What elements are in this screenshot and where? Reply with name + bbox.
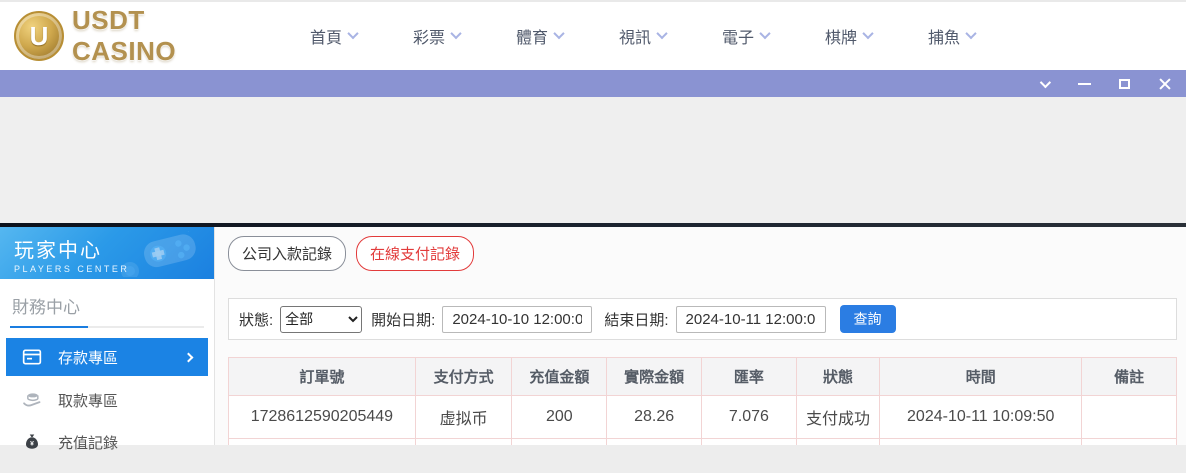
col-exchange-rate: 匯率 (702, 358, 797, 396)
record-tabs: 公司入款記錄 在線支付記錄 (228, 236, 1178, 271)
chevron-down-icon (347, 27, 358, 38)
nav-item-label: 首頁 (310, 24, 342, 48)
logo-text: USDT CASINO (72, 5, 252, 67)
table-row-empty (229, 439, 1177, 446)
sidebar-item-label: 充值記錄 (58, 432, 118, 453)
nav-item-label: 電子 (722, 24, 754, 48)
col-status: 狀態 (796, 358, 879, 396)
nav-item-label: 視訊 (619, 24, 651, 48)
chevron-down-icon (759, 27, 770, 38)
nav-item-home[interactable]: 首頁 (282, 24, 385, 48)
filter-bar: 狀態: 全部 開始日期: 結束日期: 查詢 (228, 298, 1177, 340)
cell-remark (1082, 396, 1177, 439)
main-menu: 首頁 彩票 體育 視訊 電子 棋牌 捕魚 (282, 24, 1003, 48)
nav-item-lottery[interactable]: 彩票 (385, 24, 488, 48)
cell-recharge-amount: 200 (512, 396, 607, 439)
banner-empty-area (0, 97, 1186, 223)
chevron-down-icon (1040, 76, 1051, 87)
start-date-label: 開始日期: (371, 309, 435, 330)
cell-time: 2024-10-11 10:09:50 (880, 396, 1082, 439)
end-date-input[interactable] (676, 306, 826, 333)
player-center-sidebar: 玩家中心 PLAYERS CENTER 財務中心 (0, 227, 215, 445)
chevron-down-icon (965, 27, 976, 38)
table-header: 訂單號 支付方式 充值金額 實際金額 匯率 狀態 時間 備註 (229, 358, 1177, 396)
sidebar-section-finance: 財務中心 (0, 291, 214, 326)
collapse-chevron-button[interactable] (1036, 76, 1052, 92)
col-actual-amount: 實際金額 (607, 358, 702, 396)
tab-online-payment-records[interactable]: 在線支付記錄 (356, 236, 474, 271)
col-time: 時間 (880, 358, 1082, 396)
sidebar-item-recharge-history[interactable]: ¥ 充值記錄 (0, 424, 214, 460)
logo-letter: U (30, 23, 49, 49)
money-bag-icon: ¥ (22, 432, 42, 452)
minimize-icon (1078, 83, 1091, 85)
chevron-down-icon (656, 27, 667, 38)
logo-coin-icon: U (14, 11, 64, 61)
maximize-icon (1119, 79, 1130, 89)
status-select[interactable]: 全部 (280, 306, 362, 333)
brand-logo[interactable]: U USDT CASINO (14, 5, 252, 67)
col-order-no: 訂單號 (229, 358, 416, 396)
deposit-card-icon (22, 347, 42, 367)
cell-exchange-rate: 7.076 (702, 396, 797, 439)
nav-item-label: 彩票 (413, 24, 445, 48)
chevron-right-icon (184, 352, 194, 362)
cell-order-no: 1728612590205449 (229, 396, 416, 439)
col-payment-method: 支付方式 (415, 358, 512, 396)
nav-item-label: 棋牌 (825, 24, 857, 48)
close-icon (1158, 77, 1171, 90)
start-date-input[interactable] (442, 306, 592, 333)
sidebar-item-withdraw[interactable]: 取款專區 (0, 382, 214, 418)
nav-item-fishing[interactable]: 捕魚 (900, 24, 1003, 48)
col-recharge-amount: 充值金額 (512, 358, 607, 396)
window-titlebar (0, 70, 1186, 97)
tab-company-deposit-records[interactable]: 公司入款記錄 (228, 236, 346, 271)
cell-payment-method: 虚拟币 (415, 396, 512, 439)
nav-item-cards[interactable]: 棋牌 (797, 24, 900, 48)
end-date-label: 結束日期: (604, 309, 668, 330)
nav-item-label: 捕魚 (928, 24, 960, 48)
content-area: 玩家中心 PLAYERS CENTER 財務中心 (0, 227, 1186, 445)
close-button[interactable] (1156, 76, 1172, 92)
gamepad-icon (118, 231, 204, 277)
sidebar-item-label: 存款專區 (58, 347, 118, 368)
nav-item-slots[interactable]: 電子 (694, 24, 797, 48)
status-label: 狀態: (239, 309, 273, 330)
sidebar-header: 玩家中心 PLAYERS CENTER (0, 227, 214, 279)
col-remark: 備註 (1082, 358, 1177, 396)
table-header-row: 訂單號 支付方式 充值金額 實際金額 匯率 狀態 時間 備註 (229, 358, 1177, 396)
cell-status: 支付成功 (796, 396, 879, 439)
section-underline (10, 326, 204, 328)
search-button[interactable]: 查詢 (840, 305, 896, 333)
top-navbar: U USDT CASINO 首頁 彩票 體育 視訊 電子 棋牌 捕魚 (0, 2, 1186, 70)
records-panel: 公司入款記錄 在線支付記錄 狀態: 全部 開始日期: 結束日期: 查詢 訂單號 … (215, 227, 1186, 445)
withdraw-hand-icon (22, 390, 42, 410)
svg-text:¥: ¥ (30, 440, 34, 447)
payment-records-table: 訂單號 支付方式 充值金額 實際金額 匯率 狀態 時間 備註 172861259… (228, 357, 1177, 445)
sidebar-body: 財務中心 存款專區 取款專區 ¥ 充值記錄 (0, 279, 214, 460)
nav-item-label: 體育 (516, 24, 548, 48)
chevron-down-icon (553, 27, 564, 38)
chevron-down-icon (862, 27, 873, 38)
maximize-button[interactable] (1116, 76, 1132, 92)
nav-item-live[interactable]: 視訊 (591, 24, 694, 48)
nav-item-sports[interactable]: 體育 (488, 24, 591, 48)
sidebar-item-label: 取款專區 (58, 390, 118, 411)
minimize-button[interactable] (1076, 76, 1092, 92)
table-row: 1728612590205449 虚拟币 200 28.26 7.076 支付成… (229, 396, 1177, 439)
chevron-down-icon (450, 27, 461, 38)
cell-actual-amount: 28.26 (607, 396, 702, 439)
table-body: 1728612590205449 虚拟币 200 28.26 7.076 支付成… (229, 396, 1177, 446)
sidebar-item-deposit[interactable]: 存款專區 (6, 338, 208, 376)
